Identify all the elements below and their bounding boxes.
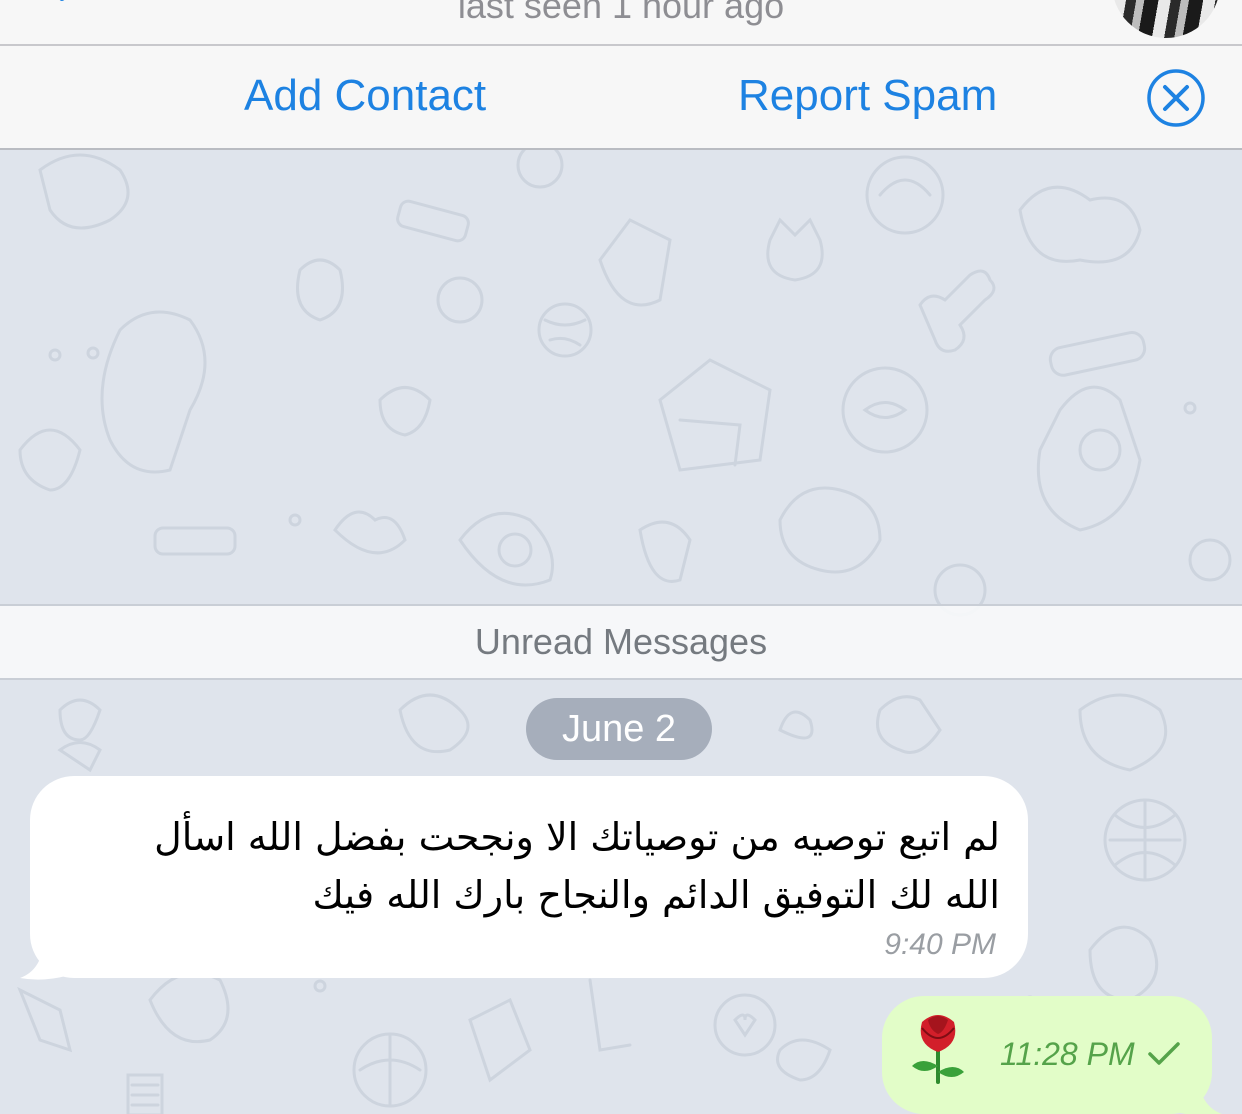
- incoming-message-bubble[interactable]: لم اتبع توصيه من توصياتك الا ونجحت بفضل …: [30, 776, 1028, 978]
- avatar[interactable]: [1112, 0, 1220, 38]
- message-line: الله لك التوفيق الدائم والنجاح بارك الله…: [312, 873, 1000, 917]
- add-contact-button[interactable]: Add Contact: [244, 70, 486, 122]
- message-timestamp: 9:40 PM: [884, 928, 996, 961]
- rose-emoji-icon: [912, 1015, 964, 1084]
- date-separator: June 2: [526, 698, 712, 760]
- last-seen-status: last seen 1 hour ago: [457, 0, 785, 26]
- report-spam-button[interactable]: Report Spam: [738, 70, 997, 122]
- message-timestamp: 11:28 PM: [1000, 1036, 1135, 1072]
- chat-area[interactable]: Unread Messages June 2 لم اتبع توصيه من …: [0, 150, 1242, 1114]
- message-line: لم اتبع توصيه من توصياتك الا ونجحت بفضل …: [154, 815, 1000, 859]
- unread-messages-divider: Unread Messages: [0, 604, 1242, 680]
- nav-bar: last seen 1 hour ago: [0, 0, 1242, 46]
- outgoing-message-bubble[interactable]: 11:28 PM: [882, 996, 1212, 1114]
- checkmark-icon: [1148, 1042, 1180, 1065]
- contact-action-bar: Add Contact Report Spam: [0, 46, 1242, 150]
- close-circle-icon[interactable]: [1146, 68, 1206, 128]
- message-text: لم اتبع توصيه من توصياتك الا ونجحت بفضل …: [40, 808, 1000, 924]
